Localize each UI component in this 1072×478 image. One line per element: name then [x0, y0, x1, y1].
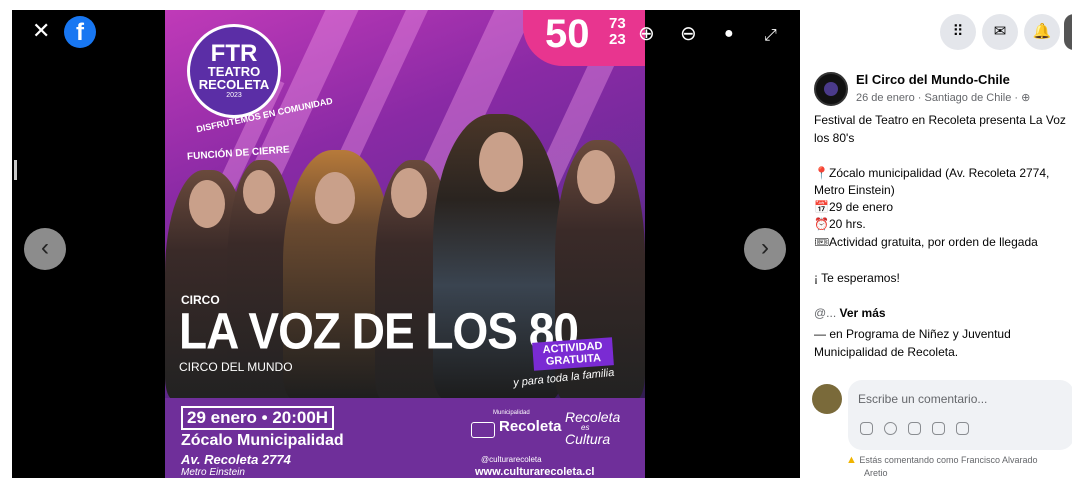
event-metro: Metro Einstein: [181, 467, 245, 478]
commenting-as-line2: Aretio: [864, 468, 888, 478]
facebook-logo-icon[interactable]: f: [64, 16, 96, 48]
municipalidad-name: Recoleta: [499, 418, 562, 435]
zoom-out-icon[interactable]: ⊖: [680, 24, 697, 44]
performer-face: [315, 172, 355, 224]
website-url: www.culturarecoleta.cl: [475, 466, 595, 478]
post-location: Zócalo municipalidad (Av. Recoleta 2774,: [829, 166, 1050, 180]
post-text-line: 🎟Actividad gratuita, por orden de llegad…: [814, 235, 1038, 249]
badge-year-bottom: 23: [609, 31, 626, 48]
commenter-avatar[interactable]: [812, 384, 842, 414]
event-venue: Zócalo Municipalidad: [181, 432, 344, 449]
post-date: 29 de enero: [829, 200, 894, 214]
badge-year-top: 73: [609, 15, 626, 32]
performer-face: [243, 170, 275, 214]
event-poster: FTR TEATRO RECOLETA 2023 DISFRUTEMOS EN …: [165, 10, 645, 478]
commenting-as-text: Estás comentando como Francisco Alvarado: [859, 455, 1038, 465]
scrollbar[interactable]: [14, 160, 17, 180]
circo-mundo-label: CIRCO DEL MUNDO: [179, 360, 293, 374]
ftr-title: FTR: [210, 40, 258, 67]
commenting-as-notice: ▲ Estás comentando como Francisco Alvara…: [846, 454, 1038, 466]
photo-viewer: ✕ f FTR TEATRO RECOLETA 2023 DISFRUTEMOS…: [12, 10, 800, 478]
previous-photo-button[interactable]: ‹: [24, 228, 66, 270]
performer-face: [189, 180, 225, 228]
event-address: Av. Recoleta 2774: [181, 452, 291, 467]
municipalidad-emblem-icon: [471, 422, 495, 438]
post-text-line: los 80's: [814, 131, 855, 145]
calendar-icon: 📅: [814, 200, 829, 214]
event-date-time: 29 enero • 20:00H: [181, 406, 335, 430]
camera-icon[interactable]: [908, 422, 921, 435]
mention-prefix: @...: [814, 306, 837, 320]
notifications-bell-icon[interactable]: 🔔: [1024, 14, 1060, 50]
page-avatar[interactable]: [814, 72, 848, 106]
badge-years: 73 23: [609, 16, 626, 48]
post-text-line: ⏰20 hrs.: [814, 217, 866, 231]
post-text-line: Festival de Teatro en Recoleta presenta …: [814, 113, 1066, 127]
messenger-icon[interactable]: ✉: [982, 14, 1018, 50]
tagged-line[interactable]: Municipalidad de Recoleta.: [814, 345, 958, 359]
free-activity-badge: ACTIVIDAD GRATUITA: [532, 337, 614, 371]
post-text-line: ¡ Te esperamos!: [814, 271, 900, 285]
post-text-line: 📍Zócalo municipalidad (Av. Recoleta 2774…: [814, 166, 1049, 180]
poster-info-bar: 29 enero • 20:00H Zócalo Municipalidad A…: [165, 398, 645, 478]
municipalidad-logo: Municipalidad Recoleta: [465, 410, 562, 438]
zoom-in-icon[interactable]: ⊕: [638, 24, 655, 44]
post-sidebar: ⠿ ✉ 🔔 El Circo del Mundo-Chile 26 de ene…: [800, 0, 1072, 478]
badge-number: 50: [545, 12, 590, 56]
menu-grid-icon[interactable]: ⠿: [940, 14, 976, 50]
warning-icon: ▲: [846, 454, 857, 466]
gif-icon[interactable]: [932, 422, 945, 435]
performer-face: [577, 150, 615, 204]
ftr-logo: FTR TEATRO RECOLETA 2023: [187, 24, 281, 118]
profile-avatar-button[interactable]: [1064, 14, 1072, 50]
comment-input[interactable]: Escribe un comentario...: [858, 392, 987, 406]
see-more-row: @... Ver más: [814, 306, 886, 320]
post-free-entry: Actividad gratuita, por orden de llegada: [829, 235, 1038, 249]
comment-box[interactable]: Escribe un comentario...: [848, 380, 1072, 450]
ftr-recoleta: RECOLETA: [198, 77, 270, 92]
post-text-line: Metro Einstein): [814, 183, 895, 197]
fullscreen-icon[interactable]: ⤢: [764, 28, 777, 44]
pin-icon: 📍: [814, 166, 829, 180]
post-time: 20 hrs.: [829, 217, 866, 231]
social-handle: @culturarecoleta: [481, 455, 542, 464]
ticket-icon: 🎟: [814, 235, 830, 249]
ftr-year: 2023: [226, 92, 242, 99]
close-icon[interactable]: ✕: [32, 20, 50, 42]
tag-icon[interactable]: ●: [724, 26, 734, 42]
recoleta-cultura-line1: Recoleta: [565, 409, 621, 425]
municipalidad-small: Municipalidad: [493, 410, 530, 416]
anniversary-badge: 50 73 23: [523, 10, 645, 66]
poster-headline: LA VOZ DE LOS 80: [179, 302, 579, 360]
performer-face: [391, 168, 427, 218]
clock-icon: ⏰: [814, 217, 829, 231]
page-name-link[interactable]: El Circo del Mundo-Chile: [856, 72, 1010, 87]
avatar-sticker-icon[interactable]: [956, 422, 969, 435]
sticker-icon[interactable]: [860, 422, 873, 435]
recoleta-cultura-line3: Cultura: [565, 431, 611, 447]
recoleta-cultura-logo: Recoleta es Cultura: [565, 410, 620, 446]
emoji-icon[interactable]: [884, 422, 897, 435]
see-more-link[interactable]: Ver más: [840, 306, 886, 320]
next-photo-button[interactable]: ›: [744, 228, 786, 270]
post-text-line: 📅29 de enero: [814, 200, 893, 214]
tagged-line: — en Programa de Niñez y Juventud: [814, 327, 1011, 341]
performer-face: [479, 132, 523, 192]
post-meta: 26 de enero · Santiago de Chile · ⊕: [856, 92, 1031, 104]
